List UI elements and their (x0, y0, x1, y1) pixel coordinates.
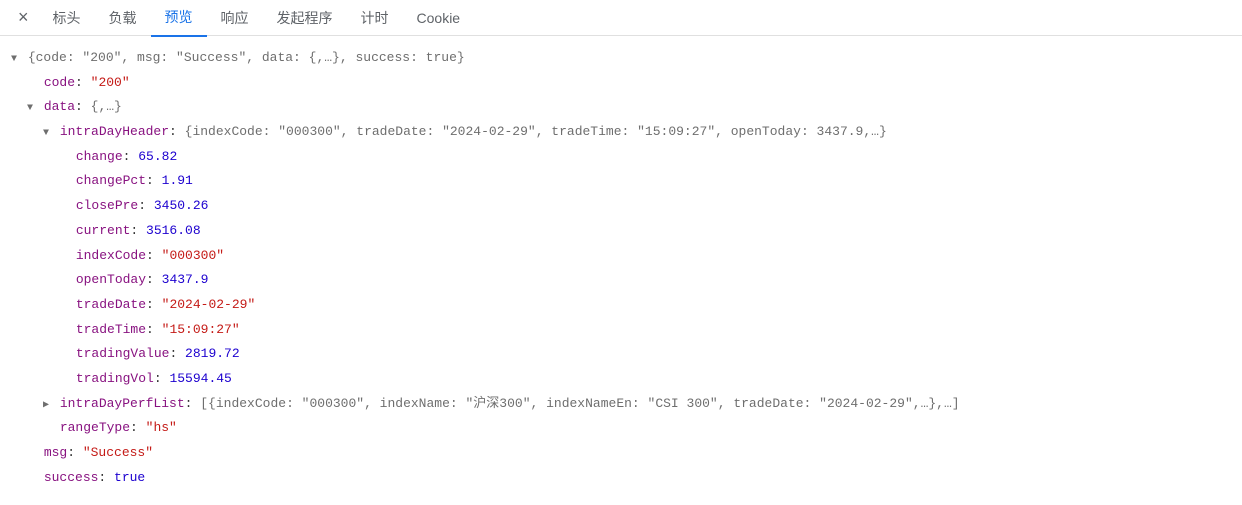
prop-indexcode[interactable]: ▶ indexCode: "000300" (8, 244, 1234, 269)
val-closepre: 3450.26 (154, 198, 209, 213)
tab-timing[interactable]: 计时 (347, 0, 403, 36)
key-tradingvalue: tradingValue (76, 346, 170, 361)
key-data: data (44, 99, 75, 114)
val-msg: "Success" (83, 445, 153, 460)
key-tradetime: tradeTime (76, 322, 146, 337)
prop-code[interactable]: ▶ code: "200" (8, 71, 1234, 96)
val-indexcode: "000300" (162, 248, 224, 263)
tab-headers[interactable]: 标头 (39, 0, 95, 36)
key-tradingvol: tradingVol (76, 371, 154, 386)
val-tradingvol: 15594.45 (169, 371, 231, 386)
root-summary-text: {code: "200", msg: "Success", data: {,…}… (28, 50, 465, 65)
val-success: true (114, 470, 145, 485)
tab-payload[interactable]: 负载 (95, 0, 151, 36)
devtools-tabs: × 标头 负载 预览 响应 发起程序 计时 Cookie (0, 0, 1242, 36)
key-tradedate: tradeDate (76, 297, 146, 312)
val-opentoday: 3437.9 (162, 272, 209, 287)
tab-initiator[interactable]: 发起程序 (263, 0, 347, 36)
val-tradingvalue: 2819.72 (185, 346, 240, 361)
key-intradayheader: intraDayHeader (60, 124, 169, 139)
key-indexcode: indexCode (76, 248, 146, 263)
val-intradayheader-summary: {indexCode: "000300", tradeDate: "2024-0… (185, 124, 887, 139)
prop-tradingvol[interactable]: ▶ tradingVol: 15594.45 (8, 367, 1234, 392)
key-success: success (44, 470, 99, 485)
prop-data[interactable]: ▼ data: {,…} (8, 95, 1234, 120)
prop-tradingvalue[interactable]: ▶ tradingValue: 2819.72 (8, 342, 1234, 367)
val-current: 3516.08 (146, 223, 201, 238)
prop-opentoday[interactable]: ▶ openToday: 3437.9 (8, 268, 1234, 293)
prop-intradayperflist[interactable]: ▶ intraDayPerfList: [{indexCode: "000300… (8, 392, 1234, 417)
val-changepct: 1.91 (162, 173, 193, 188)
prop-current[interactable]: ▶ current: 3516.08 (8, 219, 1234, 244)
prop-intradayheader[interactable]: ▼ intraDayHeader: {indexCode: "000300", … (8, 120, 1234, 145)
expand-toggle-icon[interactable]: ▼ (8, 50, 20, 69)
tab-preview[interactable]: 预览 (151, 0, 207, 37)
expand-toggle-icon[interactable]: ▼ (24, 99, 36, 118)
val-tradedate: "2024-02-29" (162, 297, 256, 312)
key-code: code (44, 75, 75, 90)
prop-tradedate[interactable]: ▶ tradeDate: "2024-02-29" (8, 293, 1234, 318)
val-change: 65.82 (138, 149, 177, 164)
key-rangetype: rangeType (60, 420, 130, 435)
tab-cookies[interactable]: Cookie (403, 2, 475, 34)
prop-msg[interactable]: ▶ msg: "Success" (8, 441, 1234, 466)
val-intradayperflist-summary: [{indexCode: "000300", indexName: "沪深300… (200, 396, 959, 411)
key-current: current (76, 223, 131, 238)
prop-change[interactable]: ▶ change: 65.82 (8, 145, 1234, 170)
key-intradayperflist: intraDayPerfList (60, 396, 185, 411)
val-code: "200" (91, 75, 130, 90)
key-closepre: closePre (76, 198, 138, 213)
expand-toggle-icon[interactable]: ▼ (40, 124, 52, 143)
json-preview-tree: ▼ {code: "200", msg: "Success", data: {,… (0, 36, 1242, 500)
tab-response[interactable]: 响应 (207, 0, 263, 36)
prop-success[interactable]: ▶ success: true (8, 466, 1234, 491)
val-rangetype: "hs" (146, 420, 177, 435)
prop-changepct[interactable]: ▶ changePct: 1.91 (8, 169, 1234, 194)
val-tradetime: "15:09:27" (162, 322, 240, 337)
key-msg: msg (44, 445, 67, 460)
key-opentoday: openToday (76, 272, 146, 287)
root-summary-row[interactable]: ▼ {code: "200", msg: "Success", data: {,… (8, 46, 1234, 71)
close-icon[interactable]: × (8, 7, 39, 28)
prop-rangetype[interactable]: ▶ rangeType: "hs" (8, 416, 1234, 441)
prop-closepre[interactable]: ▶ closePre: 3450.26 (8, 194, 1234, 219)
collapse-toggle-icon[interactable]: ▶ (40, 396, 52, 415)
key-change: change (76, 149, 123, 164)
val-data-summary: {,…} (91, 99, 122, 114)
prop-tradetime[interactable]: ▶ tradeTime: "15:09:27" (8, 318, 1234, 343)
key-changepct: changePct (76, 173, 146, 188)
